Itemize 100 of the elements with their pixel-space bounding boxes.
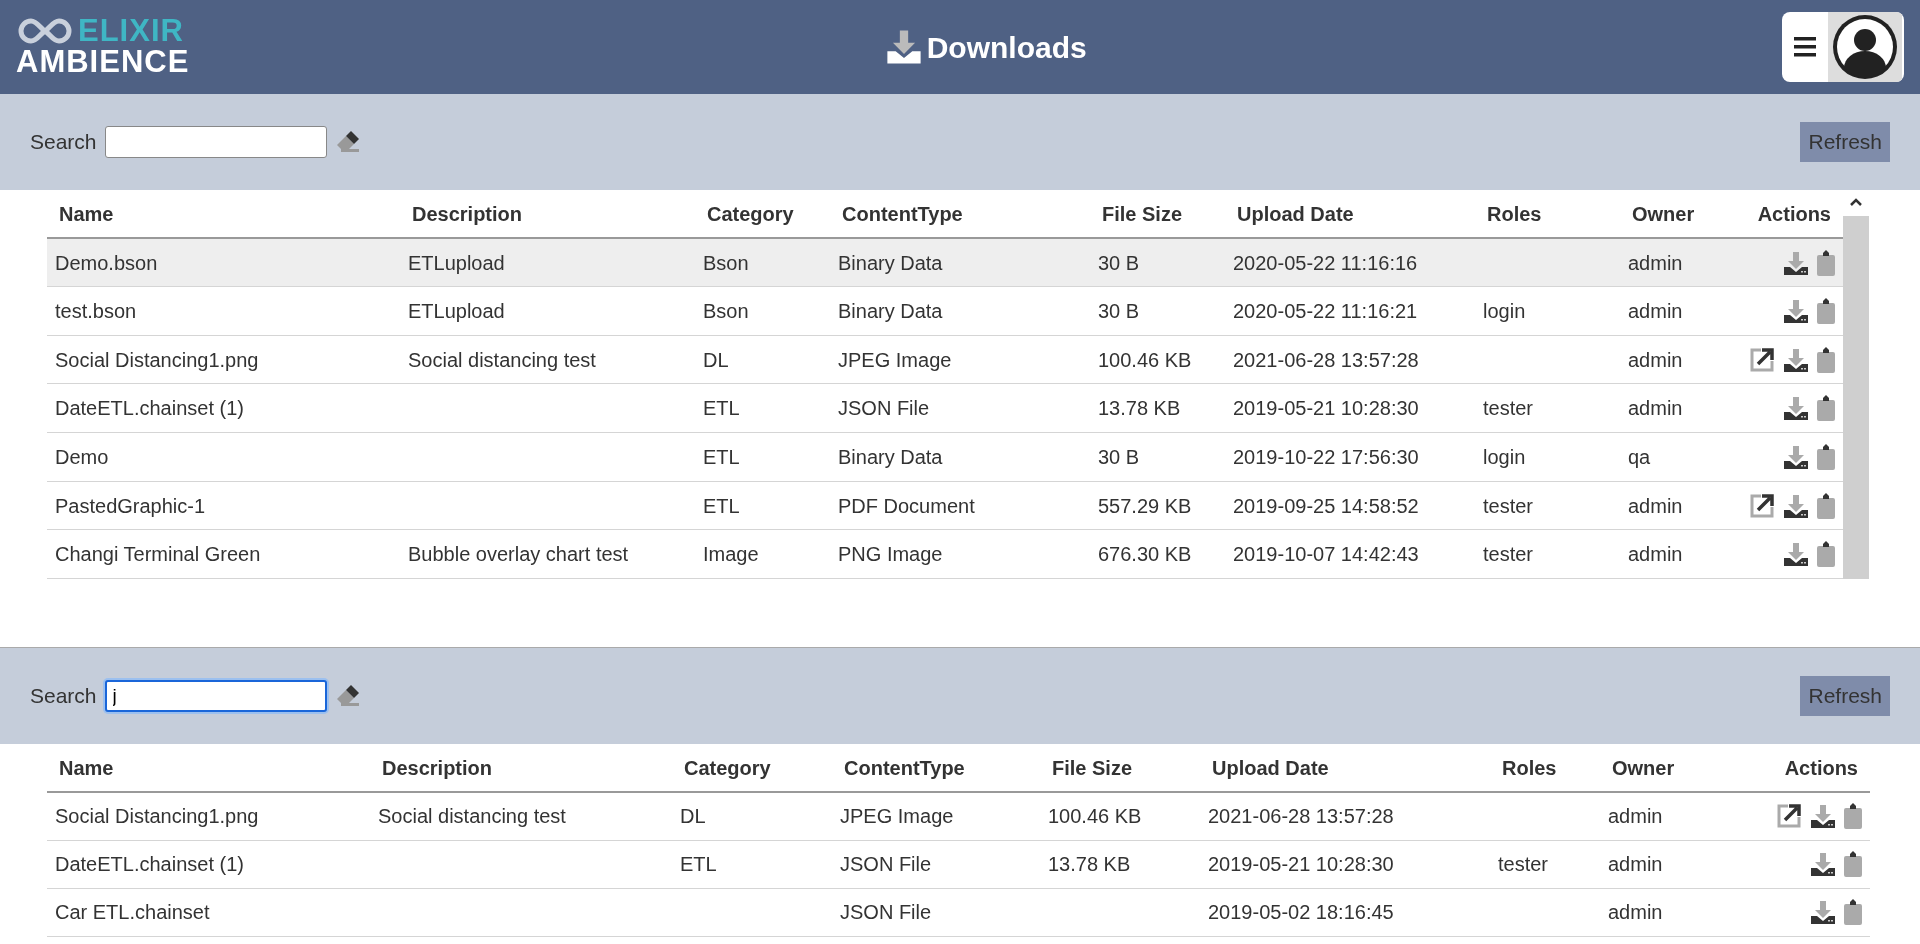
table-cell: admin xyxy=(1628,299,1683,322)
column-header: Upload Date xyxy=(1200,744,1490,792)
download-icon xyxy=(884,29,923,65)
table-cell: PastedGraphic-1 xyxy=(55,494,206,517)
table-cell: login xyxy=(1483,299,1526,322)
table-cell: 13.78 KB xyxy=(1098,397,1181,420)
table-cell: Demo xyxy=(55,445,109,468)
table-cell: 30 B xyxy=(1098,445,1140,468)
table-cell: 2021-06-28 13:57:28 xyxy=(1208,805,1394,828)
table-cell: PDF Document xyxy=(838,494,975,517)
column-header: Category xyxy=(672,744,832,792)
table-cell: JSON File xyxy=(840,853,932,875)
table-cell: admin xyxy=(1628,494,1683,517)
table-cell: admin xyxy=(1608,901,1663,923)
table-cell: admin xyxy=(1628,397,1683,420)
table-cell: 100.46 KB xyxy=(1098,348,1192,371)
table-cell: Social distancing test xyxy=(408,348,596,371)
user-avatar-icon[interactable] xyxy=(1828,12,1902,82)
table-cell: JPEG Image xyxy=(840,805,954,828)
table-cell: 2019-09-25 14:58:52 xyxy=(1233,494,1419,517)
download-icon[interactable] xyxy=(1783,249,1809,276)
column-header: Owner xyxy=(1600,744,1730,792)
table-cell: 2019-10-07 14:42:43 xyxy=(1233,543,1419,566)
table-cell: Binary Data xyxy=(838,251,943,274)
clipboard-icon[interactable] xyxy=(1817,297,1835,324)
table-cell: JSON File xyxy=(838,397,930,420)
table-cell: 2019-05-21 10:28:30 xyxy=(1233,397,1419,420)
table-cell: ETLupload xyxy=(408,299,505,322)
table-cell: Social distancing test xyxy=(378,805,566,828)
download-icon[interactable] xyxy=(1783,297,1809,324)
download-icon[interactable] xyxy=(1810,851,1836,877)
table-cell: Car ETL.chainset xyxy=(55,901,210,923)
table-cell: Image xyxy=(703,543,759,566)
search-field[interactable] xyxy=(104,126,327,158)
search-label: Search xyxy=(30,683,97,710)
column-header: Name xyxy=(47,744,370,792)
download-icon[interactable] xyxy=(1810,803,1836,830)
table-cell: tester xyxy=(1483,543,1534,566)
column-header: Actions xyxy=(1730,744,1870,792)
clipboard-icon[interactable] xyxy=(1817,492,1835,519)
table-cell: admin xyxy=(1628,251,1683,274)
clipboard-icon[interactable] xyxy=(1844,803,1862,830)
table-cell: ETL xyxy=(703,445,740,468)
clipboard-icon[interactable] xyxy=(1817,249,1835,276)
table-cell: tester xyxy=(1483,494,1534,517)
table-cell: ETLupload xyxy=(408,251,505,274)
table-cell: JPEG Image xyxy=(838,348,952,371)
clipboard-icon[interactable] xyxy=(1817,541,1835,568)
table-cell: Social Distancing1.png xyxy=(55,348,259,371)
table-cell: Demo.bson xyxy=(55,251,158,274)
logo-text: ELIXIR xyxy=(78,16,184,46)
scrollbar[interactable] xyxy=(1843,190,1869,579)
table-cell: Bson xyxy=(703,299,749,322)
table-cell: 2019-05-21 10:28:30 xyxy=(1208,853,1394,875)
table-cell: 2020-05-22 11:16:16 xyxy=(1233,251,1418,274)
clipboard-icon[interactable] xyxy=(1844,899,1862,925)
clipboard-icon[interactable] xyxy=(1817,395,1835,422)
table-cell: ETL xyxy=(680,853,717,875)
table-cell: Binary Data xyxy=(838,299,943,322)
clipboard-icon[interactable] xyxy=(1817,443,1835,470)
download-icon[interactable] xyxy=(1783,541,1809,568)
external-link-icon[interactable] xyxy=(1776,803,1802,830)
external-link-icon[interactable] xyxy=(1749,492,1775,519)
download-icon[interactable] xyxy=(1783,395,1809,422)
table-cell: 13.78 KB xyxy=(1048,853,1131,875)
refresh-button[interactable]: Refresh xyxy=(1800,122,1890,162)
table-cell: JSON File xyxy=(840,901,932,923)
table-cell: 30 B xyxy=(1098,251,1140,274)
table-cell: 557.29 KB xyxy=(1098,494,1192,517)
clipboard-icon[interactable] xyxy=(1817,346,1835,373)
table-cell: PNG Image xyxy=(838,543,943,566)
table-cell: admin xyxy=(1608,805,1663,828)
page-title: Downloads xyxy=(926,29,1087,66)
table-cell: Bubble overlay chart test xyxy=(408,543,629,566)
table-cell: 30 B xyxy=(1098,299,1140,322)
refresh-button[interactable]: Refresh xyxy=(1800,676,1890,716)
table-cell: 676.30 KB xyxy=(1098,543,1192,566)
download-icon[interactable] xyxy=(1783,346,1809,373)
column-header: Roles xyxy=(1490,744,1600,792)
table-cell: tester xyxy=(1483,397,1534,420)
clipboard-icon[interactable] xyxy=(1844,851,1862,877)
table-cell: Social Distancing1.png xyxy=(55,805,259,828)
column-header: ContentType xyxy=(832,744,1040,792)
table-cell: 2020-05-22 11:16:21 xyxy=(1233,299,1418,322)
download-icon[interactable] xyxy=(1783,492,1809,519)
table-cell: 2019-05-02 18:16:45 xyxy=(1208,901,1394,923)
table-cell: 2019-10-22 17:56:30 xyxy=(1233,445,1419,468)
table-cell: admin xyxy=(1628,348,1683,371)
logo-text: AMBIENCE xyxy=(16,46,190,78)
external-link-icon[interactable] xyxy=(1749,346,1775,373)
download-icon[interactable] xyxy=(1810,899,1836,925)
search-field[interactable]: j xyxy=(104,680,327,712)
download-icon[interactable] xyxy=(1783,443,1809,470)
table-cell: ETL xyxy=(703,397,740,420)
table-cell: Bson xyxy=(703,251,749,274)
table-cell: 2021-06-28 13:57:28 xyxy=(1233,348,1419,371)
table-cell: DateETL.chainset (1) xyxy=(55,853,244,875)
table-cell: qa xyxy=(1628,445,1651,468)
table-cell: tester xyxy=(1498,853,1549,875)
table-cell: test.bson xyxy=(55,299,137,322)
